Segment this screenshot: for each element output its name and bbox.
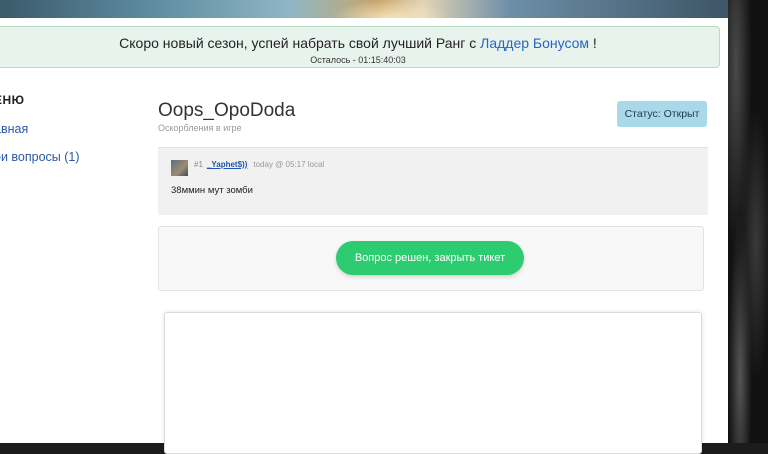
avatar[interactable]	[171, 160, 188, 176]
reply-editor[interactable]	[164, 312, 702, 454]
post-number: #1	[194, 160, 203, 169]
countdown-timer: Осталось - 01:15:40:03	[310, 55, 406, 65]
post-meta: #1 _Yaphet$)) today @ 05:17 local	[194, 160, 324, 169]
menu-title: ЕНЮ	[0, 93, 25, 107]
post-body: 38ммин мут зомби	[171, 185, 253, 196]
sidebar-item-my-questions[interactable]: ои вопросы (1)	[0, 150, 80, 164]
ticket-category: Оскорбления в игре	[158, 123, 242, 133]
announcement-text-end: !	[589, 35, 597, 51]
main-page: Скоро новый сезон, успей набрать свой лу…	[0, 18, 728, 454]
ticket-post: #1 _Yaphet$)) today @ 05:17 local 38ммин м…	[158, 147, 708, 215]
announcement-text-start: Скоро новый сезон, успей набрать свой лу…	[119, 35, 481, 51]
background-art	[728, 0, 768, 443]
ladder-bonus-link[interactable]: Ладдер Бонусом	[480, 35, 589, 51]
post-author-link[interactable]: _Yaphet$))	[207, 160, 247, 169]
header-banner-art	[0, 0, 728, 18]
post-time: today @ 05:17 local	[253, 160, 325, 169]
action-panel: Вопрос решен, закрыть тикет	[158, 226, 704, 291]
ticket-title: Oops_OpoDoda	[158, 100, 296, 121]
sidebar-item-home[interactable]: авная	[0, 122, 28, 136]
announcement-bar: Скоро новый сезон, успей набрать свой лу…	[0, 26, 720, 68]
status-badge[interactable]: Статус: Открыт	[617, 101, 707, 127]
announcement-text: Скоро новый сезон, успей набрать свой лу…	[0, 35, 719, 51]
close-ticket-button[interactable]: Вопрос решен, закрыть тикет	[336, 241, 524, 275]
